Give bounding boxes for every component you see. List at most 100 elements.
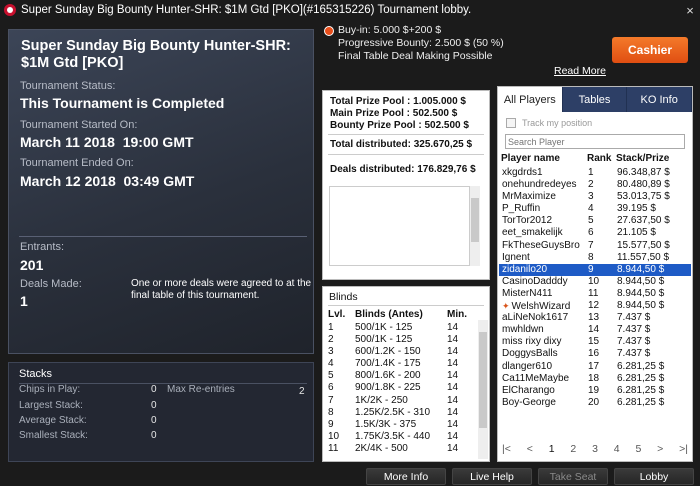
player-rank: 19 (588, 384, 600, 396)
page-1-button[interactable]: 1 (547, 443, 557, 455)
track-position-option[interactable]: Track my position (506, 118, 592, 128)
player-prize: 7.437 $ (617, 312, 651, 324)
minutes-header: Min. (447, 309, 467, 320)
player-row[interactable]: Boy-George 20 6.281,25 $ (499, 397, 691, 409)
blinds-cell: 500/1K - 125 (355, 322, 413, 333)
player-name: WelshWizard (511, 301, 571, 313)
player-prize: 80.480,89 $ (617, 179, 670, 191)
player-row[interactable]: miss rixy dixy 15 7.437 $ (499, 336, 691, 348)
minutes-cell: 14 (447, 382, 459, 394)
blinds-cell: 700/1.4K - 175 (355, 358, 421, 370)
player-name-header[interactable]: Player name (501, 153, 587, 164)
blind-level-row: 3 600/1.2K - 150 14 (328, 346, 480, 358)
player-row[interactable]: eet_smakelijk 6 21.105 $ (499, 227, 691, 239)
tab-ko-info[interactable]: KO Info (627, 87, 693, 112)
cashier-button[interactable]: Cashier (612, 37, 688, 63)
rank-header[interactable]: Rank (587, 153, 616, 164)
player-row[interactable]: DoggysBalls 16 7.437 $ (499, 348, 691, 360)
blinds-cell: 2K/4K - 500 (355, 442, 408, 454)
deal-text: Final Table Deal Making Possible (338, 50, 493, 62)
page-3-button[interactable]: 3 (590, 443, 600, 455)
more-info-button[interactable]: More Info (366, 468, 446, 485)
player-prize: 7.437 $ (617, 348, 651, 360)
read-more-link[interactable]: Read More (554, 65, 606, 77)
blinds-scrollbar[interactable] (478, 320, 488, 459)
player-row[interactable]: CasinoDadddy 10 8.944,50 $ (499, 276, 691, 288)
player-rank: 17 (588, 360, 600, 372)
page-4-button[interactable]: 4 (612, 443, 622, 455)
player-row[interactable]: mwhldwn 14 7.437 $ (499, 324, 691, 336)
largest-stack-value: 0 (151, 400, 157, 411)
player-name: Boy-George (502, 396, 556, 408)
deals-note: One or more deals were agreed to at the … (131, 278, 312, 301)
player-name: CasinoDadddy (502, 275, 568, 287)
player-row[interactable]: MrMaximize 3 53.013,75 $ (499, 191, 691, 203)
player-row[interactable]: TorTor2012 5 27.637,50 $ (499, 215, 691, 227)
player-row[interactable]: FkTheseGuysBro 7 15.577,50 $ (499, 240, 691, 252)
last-page-button[interactable]: >| (677, 443, 690, 455)
stack-prize-header[interactable]: Stack/Prize (616, 153, 686, 164)
buyin-info: Buy-in: 5.000 $+200 $ Progressive Bounty… (324, 24, 604, 63)
scrollbar-thumb[interactable] (471, 198, 479, 242)
player-prize: 6.281,25 $ (617, 384, 665, 396)
tab-all-players[interactable]: All Players (498, 87, 563, 112)
main-prize-pool: Main Prize Pool : 502.500 $ (330, 108, 458, 119)
next-page-button[interactable]: > (655, 443, 665, 455)
player-name: xkgdrds1 (502, 167, 543, 178)
player-row[interactable]: Ignent 8 11.557,50 $ (499, 252, 691, 264)
player-row[interactable]: zidanilo20 9 8.944,50 $ (499, 263, 691, 276)
player-row[interactable]: ElCharango 19 6.281,25 $ (499, 385, 691, 397)
player-rank: 10 (588, 275, 600, 287)
blind-level-row: 1 500/1K - 125 14 (328, 322, 480, 334)
total-prize-pool: Total Prize Pool : 1.005.000 $ (330, 96, 466, 107)
player-row[interactable]: dlanger610 17 6.281,25 $ (499, 361, 691, 373)
live-help-button[interactable]: Live Help (452, 468, 532, 485)
player-row[interactable]: ✦ WelshWizard 12 8.944,50 $ (499, 300, 691, 312)
level-cell: 6 (328, 382, 334, 394)
lobby-button[interactable]: Lobby (614, 468, 694, 485)
player-prize: 53.013,75 $ (617, 191, 670, 203)
player-row[interactable]: Ca11MeMaybe 18 6.281,25 $ (499, 373, 691, 385)
player-row[interactable]: P_Ruffin 4 39.195 $ (499, 203, 691, 215)
player-prize: 21.105 $ (617, 227, 656, 239)
track-position-checkbox[interactable] (506, 118, 516, 128)
close-icon[interactable]: × (680, 3, 700, 18)
player-row[interactable]: aLiNeNok1617 13 7.437 $ (499, 312, 691, 324)
divider (328, 154, 484, 155)
total-distributed: Total distributed: 325.670,25 $ (330, 139, 473, 150)
blinds-cell: 1K/2K - 250 (355, 394, 408, 406)
minutes-cell: 14 (447, 334, 459, 346)
prize-pool-panel: Total Prize Pool : 1.005.000 $ Main Priz… (322, 90, 490, 280)
take-seat-button[interactable]: Take Seat (538, 468, 608, 485)
player-prize: 6.281,25 $ (617, 360, 665, 372)
divider (328, 134, 484, 135)
max-reentries-value: 2 (299, 386, 305, 397)
smallest-stack-label: Smallest Stack: (19, 430, 88, 441)
search-player-input[interactable] (505, 134, 685, 149)
minutes-cell: 14 (447, 346, 459, 358)
first-page-button[interactable]: |< (500, 443, 513, 455)
ended-value: March 12 2018 03:49 GMT (20, 173, 195, 189)
level-cell: 11 (328, 442, 339, 454)
prize-list-box (329, 186, 479, 266)
scrollbar-thumb[interactable] (479, 332, 487, 428)
player-rank: 20 (588, 396, 600, 408)
player-row[interactable]: MisterN411 11 8.944,50 $ (499, 288, 691, 300)
player-prize: 8.944,50 $ (617, 263, 665, 275)
tab-tables[interactable]: Tables (563, 87, 628, 112)
status-value: This Tournament is Completed (20, 95, 225, 111)
max-reentries-label: Max Re-entries (167, 384, 235, 395)
player-prize: 11.557,50 $ (617, 251, 670, 263)
player-rank: 6 (588, 227, 594, 239)
player-row[interactable]: onehundredeyes 2 80.480,89 $ (499, 179, 691, 191)
minutes-cell: 14 (447, 394, 459, 406)
prev-page-button[interactable]: < (525, 443, 535, 455)
page-2-button[interactable]: 2 (568, 443, 578, 455)
started-value: March 11 2018 19:00 GMT (20, 134, 194, 150)
prize-scrollbar[interactable] (469, 186, 480, 266)
entrants-label: Entrants: (20, 241, 65, 253)
blind-level-row: 11 2K/4K - 500 14 (328, 443, 480, 455)
page-5-button[interactable]: 5 (633, 443, 643, 455)
player-row[interactable]: xkgdrds1 1 96.348,87 $ (499, 167, 691, 179)
player-name: aLiNeNok1617 (502, 312, 569, 324)
